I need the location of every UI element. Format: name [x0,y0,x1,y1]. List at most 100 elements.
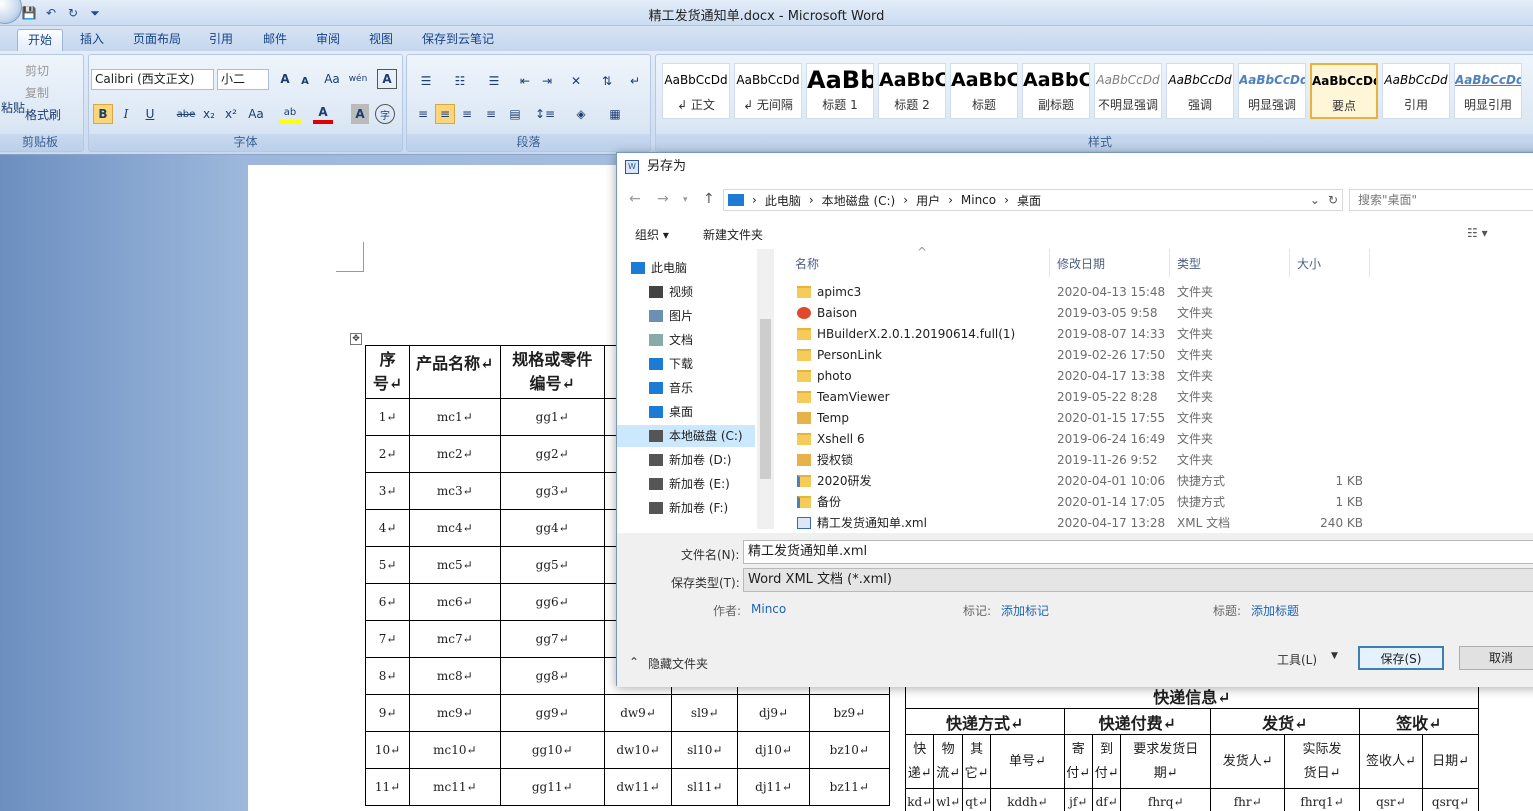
table-cell[interactable]: gg9↵ [499,694,605,732]
breadcrumb-item[interactable]: 桌面 [1017,192,1041,209]
enclose-char-button[interactable]: 字 [375,104,395,124]
strikethrough-button[interactable]: abe [175,104,197,124]
table-cell[interactable]: mc9↵ [409,694,501,732]
header-cell[interactable]: 序 号↵ [364,345,411,399]
save-button[interactable]: 保存(S) [1358,646,1444,670]
decrease-indent-icon[interactable]: ⇤ [515,71,535,91]
table-cell[interactable]: 6↵ [364,583,411,621]
align-right-icon[interactable]: ≡ [457,104,477,124]
font-color-icon[interactable]: A [313,104,333,124]
table-cell[interactable]: sl10↵ [671,731,739,769]
increase-indent-icon[interactable]: ⇥ [537,71,557,91]
file-row[interactable]: photo 2020-04-17 13:38 文件夹 [787,366,1533,387]
table-cell[interactable]: gg7↵ [499,620,605,658]
italic-button[interactable]: I [117,104,135,124]
file-row[interactable]: apimc3 2020-04-13 15:48 文件夹 [787,282,1533,303]
table-cell[interactable]: dj9↵ [737,694,810,732]
express-cell[interactable]: qsrq↵ [1422,788,1479,811]
column-type[interactable]: 类型 [1177,255,1201,272]
nav-item[interactable]: 桌面 [649,401,693,423]
express-subheader-cell[interactable]: 寄 付↵ [1063,734,1093,789]
file-row[interactable]: TeamViewer 2019-05-22 8:28 文件夹 [787,387,1533,408]
underline-button[interactable]: U [141,104,159,124]
char-shading-button[interactable]: A [351,104,369,124]
hide-folders-button[interactable]: 隐藏文件夹 [648,655,708,672]
refresh-icon[interactable]: ↻ [1328,193,1338,207]
table-cell[interactable]: 2↵ [364,435,411,473]
tools-dropdown-icon[interactable]: ▼ [1331,651,1338,661]
style-no-spacing[interactable]: AaBbCcDd ↲ 无间隔 [734,63,802,119]
table-cell[interactable]: mc3↵ [409,472,501,510]
table-cell[interactable]: dw9↵ [603,694,673,732]
nav-item[interactable]: 新加卷 (D:) [649,449,731,471]
filetype-select[interactable]: Word XML 文档 (*.xml) [743,568,1533,592]
line-spacing-icon[interactable]: ↕≡ [531,104,559,124]
express-subheader-cell[interactable]: 签收人↵ [1358,734,1424,789]
column-divider[interactable] [1289,249,1290,277]
table-cell[interactable]: dj11↵ [737,768,810,806]
table-cell[interactable]: gg11↵ [499,768,605,806]
table-cell[interactable]: bz10↵ [808,731,891,769]
align-center-icon[interactable]: ≡ [435,104,455,124]
breadcrumb-item[interactable]: 此电脑 [765,192,801,209]
forward-icon[interactable]: → [657,191,669,207]
table-cell[interactable]: sl11↵ [671,768,739,806]
tab-mailings[interactable]: 邮件 [253,29,297,51]
column-divider[interactable] [1049,249,1050,277]
back-icon[interactable]: ← [629,191,641,207]
file-row[interactable]: Temp 2020-01-15 17:55 文件夹 [787,408,1533,429]
express-subheader-cell[interactable]: 发货人↵ [1210,734,1286,789]
column-divider[interactable] [1169,249,1170,277]
express-cell[interactable]: fhr↵ [1210,788,1286,811]
express-subheader-cell[interactable]: 物 流↵ [933,734,963,789]
file-row[interactable]: 精工发货通知单.xml 2020-04-17 13:28 XML 文档 240 KB [787,513,1533,534]
nav-item[interactable]: 文档 [649,329,693,351]
style-intense-emphasis[interactable]: AaBbCcDd 明显强调 [1238,63,1306,119]
bold-button[interactable]: B [93,104,113,124]
column-name[interactable]: 名称 [795,255,819,272]
table-cell[interactable]: 1↵ [364,398,411,436]
chinese-layout-icon[interactable]: ✕ [563,71,589,91]
numbering-icon[interactable]: ☷ [447,71,473,91]
copy-button[interactable]: 复制 [25,84,49,101]
font-size-combo[interactable]: 小二 [217,69,269,90]
table-cell[interactable]: mc1↵ [409,398,501,436]
char-border-button[interactable]: A [377,69,397,89]
table-cell[interactable]: gg4↵ [499,509,605,547]
borders-icon[interactable]: ▦ [601,104,629,124]
table-cell[interactable]: 10↵ [364,731,411,769]
paste-button[interactable]: 粘贴 [1,99,25,116]
nav-item[interactable]: 图片 [649,305,693,327]
breadcrumb-item[interactable]: 用户 [916,192,940,209]
table-cell[interactable]: mc2↵ [409,435,501,473]
group-header-cell[interactable]: 发货↵ [1210,708,1360,735]
table-cell[interactable]: mc11↵ [409,768,501,806]
express-cell[interactable]: fhrq1↵ [1284,788,1360,811]
sort-icon[interactable]: ⇅ [597,71,617,91]
column-size[interactable]: 大小 [1297,255,1321,272]
table-cell[interactable]: mc6↵ [409,583,501,621]
nav-item[interactable]: 视频 [649,281,693,303]
tab-page-layout[interactable]: 页面布局 [123,29,191,51]
new-folder-button[interactable]: 新建文件夹 [703,226,763,243]
scroll-thumb[interactable] [760,319,771,479]
distributed-icon[interactable]: ▤ [505,104,525,124]
table-cell[interactable]: mc8↵ [409,657,501,695]
table-cell[interactable]: gg5↵ [499,546,605,584]
group-header-cell[interactable]: 快递方式↵ [905,708,1065,735]
file-row[interactable]: 2020研发 2020-04-01 10:06 快捷方式 1 KB [787,471,1533,492]
table-cell[interactable]: 3↵ [364,472,411,510]
shading-icon[interactable]: ◈ [567,104,595,124]
table-cell[interactable]: 11↵ [364,768,411,806]
show-marks-icon[interactable]: ↵ [625,71,645,91]
express-cell[interactable]: df↵ [1091,788,1122,811]
title-value[interactable]: 添加标题 [1251,602,1299,619]
style-strong[interactable]: AaBbCcDd 要点 [1310,63,1378,119]
express-cell[interactable]: jf↵ [1063,788,1093,811]
clear-format-button[interactable]: Aa [321,69,343,89]
table-cell[interactable]: gg6↵ [499,583,605,621]
table-cell[interactable]: gg8↵ [499,657,605,695]
header-cell[interactable]: 产品名称↵ [409,345,501,399]
table-cell[interactable]: mc7↵ [409,620,501,658]
style-normal[interactable]: AaBbCcDd ↲ 正文 [662,63,730,119]
